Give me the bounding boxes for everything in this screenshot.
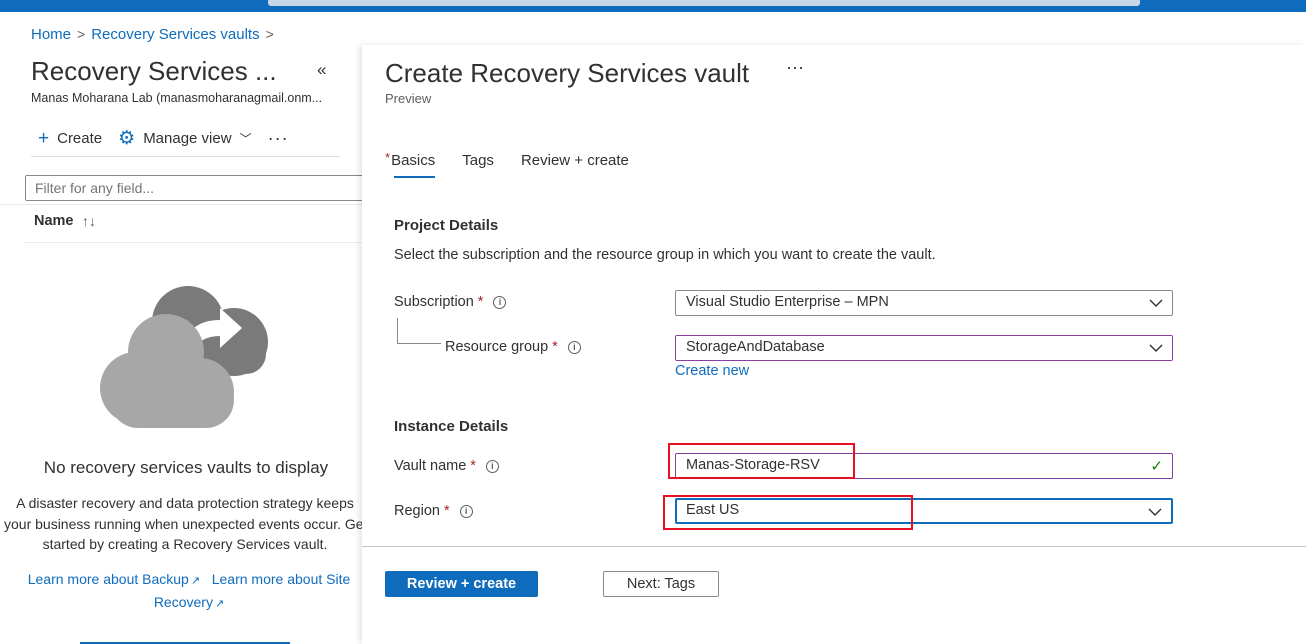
chevron-right-icon: > <box>77 26 86 42</box>
info-icon[interactable]: i <box>459 504 473 518</box>
highlight-box-region <box>663 495 913 530</box>
divider <box>0 204 362 205</box>
empty-state-title: No recovery services vaults to display <box>43 458 329 477</box>
learn-more-site-recovery-link[interactable]: Learn more about Site <box>212 571 351 587</box>
top-bar <box>0 0 1306 12</box>
chevron-right-icon: > <box>265 26 274 42</box>
chevron-down-icon <box>1149 344 1163 352</box>
chevron-down-icon: ﹀ <box>239 131 252 146</box>
more-icon: ··· <box>267 127 289 148</box>
tab-tags[interactable]: Tags <box>462 152 494 178</box>
external-link-icon: ↗ <box>190 575 201 587</box>
tree-connector <box>397 318 398 344</box>
section-title-project: Project Details <box>394 217 499 234</box>
chevron-down-icon <box>1149 299 1163 307</box>
tab-review-create[interactable]: Review + create <box>521 152 629 178</box>
tab-basics[interactable]: *Basics <box>385 150 436 178</box>
global-search-box[interactable] <box>268 0 1140 6</box>
command-bar: + Create ⚙ Manage view ﹀ ··· <box>38 125 305 151</box>
next-tags-button[interactable]: Next: Tags <box>603 571 719 597</box>
plus-icon: + <box>38 127 50 149</box>
resource-group-label: Resource group * i <box>445 339 581 355</box>
review-create-button[interactable]: Review + create <box>385 571 538 597</box>
section-title-instance: Instance Details <box>394 418 509 435</box>
empty-state-description: A disaster recovery and data protection … <box>4 495 366 552</box>
info-icon[interactable]: i <box>485 459 499 473</box>
divider <box>31 156 340 157</box>
info-icon[interactable]: i <box>493 295 507 309</box>
divider <box>25 242 362 243</box>
learn-more-site-recovery-link-cont[interactable]: Recovery <box>154 594 213 610</box>
more-icon[interactable]: ··· <box>786 57 804 78</box>
filter-input[interactable] <box>25 175 370 201</box>
region-label: Region * i <box>394 503 473 519</box>
column-header-name[interactable]: Name <box>34 213 74 229</box>
subscription-label: Subscription * i <box>394 294 507 310</box>
breadcrumb-vaults[interactable]: Recovery Services vaults <box>91 26 259 43</box>
create-button[interactable]: + Create <box>38 129 102 148</box>
learn-more-links: Learn more about Backup ↗ Learn more abou… <box>14 569 364 614</box>
highlight-box-vault-name <box>668 443 855 479</box>
tree-connector <box>397 343 441 344</box>
cloud-recovery-icon <box>100 286 268 428</box>
info-icon[interactable]: i <box>567 340 581 354</box>
wizard-tabs: *Basics Tags Review + create <box>385 150 656 178</box>
section-description: Select the subscription and the resource… <box>394 247 936 263</box>
learn-more-backup-link[interactable]: Learn more about Backup ↗ <box>28 571 200 587</box>
external-link-icon: ↗ <box>214 597 225 610</box>
vault-name-label: Vault name * i <box>394 458 499 474</box>
page-title: Recovery Services ... <box>31 56 277 86</box>
create-vault-blade: Create Recovery Services vault ··· Previ… <box>362 45 1306 644</box>
gear-icon: ⚙ <box>118 127 136 149</box>
divider <box>362 546 1306 547</box>
manage-view-button[interactable]: ⚙ Manage view ﹀ <box>118 129 251 148</box>
blade-subtitle: Preview <box>385 91 432 106</box>
resource-group-select[interactable]: StorageAndDatabase <box>675 335 1173 361</box>
directory-subtitle: Manas Moharana Lab (manasmoharanagmail.o… <box>31 91 323 105</box>
breadcrumb-home[interactable]: Home <box>31 26 71 43</box>
checkmark-icon: ✓ <box>1150 458 1163 475</box>
chevron-down-icon <box>1148 508 1162 516</box>
collapse-icon[interactable]: « <box>317 60 326 80</box>
create-new-link[interactable]: Create new <box>675 363 749 379</box>
more-commands-button[interactable]: ··· <box>268 128 289 149</box>
vault-list-pane: Home > Recovery Services vaults > Recovery … <box>0 12 370 644</box>
sort-icon[interactable]: ↑↓ <box>82 213 96 229</box>
breadcrumb: Home > Recovery Services vaults > <box>31 26 280 43</box>
blade-title: Create Recovery Services vault <box>385 58 750 88</box>
subscription-select[interactable]: Visual Studio Enterprise – MPN <box>675 290 1173 316</box>
